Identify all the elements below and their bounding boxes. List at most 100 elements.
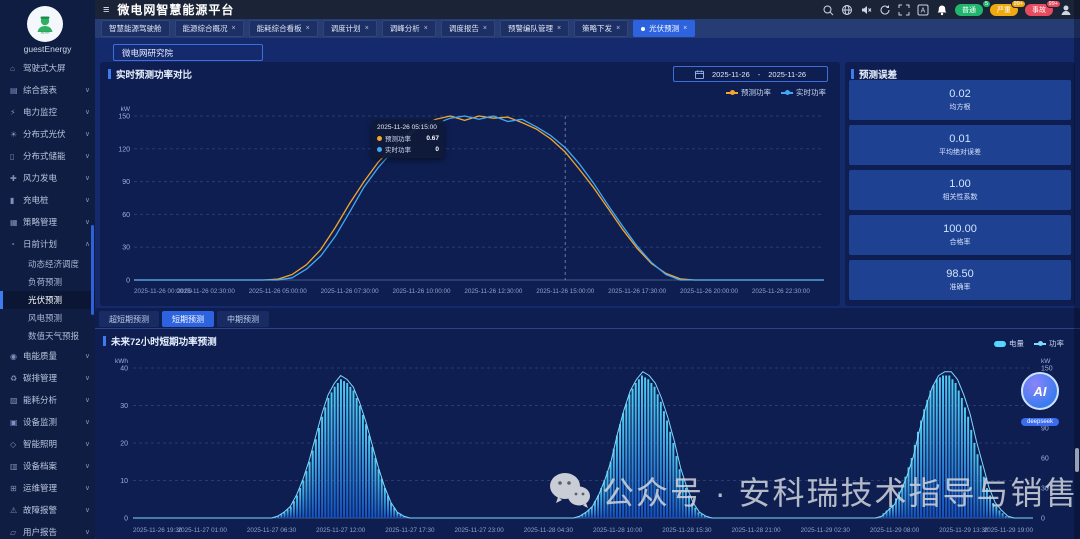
legend-item[interactable]: 实时功率: [781, 87, 826, 98]
forecast-tab-mid[interactable]: 中期预测: [217, 311, 269, 327]
legend-line-swatch: [781, 90, 793, 95]
close-tab-icon[interactable]: ×: [557, 25, 561, 32]
sidebar-item-power-monitor[interactable]: ⚡ 电力监控 ∨: [0, 101, 95, 123]
forecast-72h-panel: 超短期预测 短期预测 中期预测 未来72小时短期功率预测 电量 功率 0 10 20 30 4…: [95, 308, 1080, 539]
sidebar-item-smart-light[interactable]: ◇ 智能照明 ∨: [0, 433, 95, 455]
page-scrollbar-thumb[interactable]: [1075, 448, 1079, 472]
avatar[interactable]: [1060, 4, 1072, 16]
search-icon[interactable]: [822, 4, 834, 16]
realtime-forecast-panel: 实时预测功率对比 2025-11-26 - 2025-11-26 预测功率 实时功…: [100, 62, 840, 306]
date-from[interactable]: 2025-11-26: [712, 70, 750, 79]
hamburger-menu-icon[interactable]: ≡: [103, 4, 109, 16]
nav-tab-pv-forecast[interactable]: 光伏预测 ×: [633, 20, 696, 37]
sidebar-item-distributed-pv[interactable]: ☀ 分布式光伏 ∨: [0, 123, 95, 145]
active-tab-dot: [641, 26, 646, 31]
org-select[interactable]: 微电网研究院: [113, 44, 263, 61]
sidebar-item-strategy[interactable]: ▦ 策略管理 ∨: [0, 211, 95, 233]
bell-icon[interactable]: [936, 4, 948, 16]
tooltip-series-dot: [377, 135, 382, 141]
bar: [609, 461, 612, 518]
nav-tab-label: 调峰分析: [389, 24, 420, 33]
sidebar-subitem-load-forecast[interactable]: 负荷预测: [0, 273, 95, 291]
close-tab-icon[interactable]: ×: [683, 25, 687, 32]
nav-tab-dispatch-report[interactable]: 调度报告 ×: [440, 20, 495, 37]
close-tab-icon[interactable]: ×: [306, 25, 310, 32]
legend-item[interactable]: 电量: [994, 338, 1024, 349]
x-tick-label: 2025-11-26 02:30:00: [177, 288, 236, 295]
sidebar-item-big-screen[interactable]: ⌂ 驾驶式大屏: [0, 57, 95, 79]
refresh-icon[interactable]: [879, 4, 891, 16]
nav-tab-energy-overview[interactable]: 能源综合概况 ×: [174, 20, 244, 37]
sidebar-item-label: 智能照明: [23, 439, 58, 449]
bar: [920, 420, 923, 518]
forecast-tab-short[interactable]: 短期预测: [162, 311, 214, 327]
alarm-chip-severe[interactable]: 严重 99+: [990, 0, 1026, 16]
forecast-72h-chart[interactable]: 0102030400306090120150kWhkW2025-11-26 19…: [97, 352, 1077, 538]
sidebar-item-distributed-storage[interactable]: ▯ 分布式储能 ∨: [0, 145, 95, 167]
nav-tab-dispatch-plan[interactable]: 调度计划 ×: [322, 20, 377, 37]
sidebar-item-power-quality[interactable]: ◉ 电能质量 ∨: [0, 345, 95, 367]
bar: [286, 509, 289, 518]
sidebar-item-device-monitor[interactable]: ▣ 设备监测 ∨: [0, 411, 95, 433]
strategy-icon: ▦: [10, 217, 18, 227]
sidebar-scrollbar-thumb[interactable]: [91, 225, 94, 315]
forecast-tab-ultra-short[interactable]: 超短期预测: [99, 311, 159, 327]
ai-icon[interactable]: AI: [1021, 372, 1059, 410]
close-tab-icon[interactable]: ×: [616, 25, 620, 32]
nav-tab-cockpit[interactable]: 智慧能源驾驶舱: [101, 20, 170, 37]
sidebar-subitem-pv-forecast[interactable]: 光伏预测: [0, 291, 95, 309]
sidebar-item-day-ahead-plan[interactable]: ◔ 日前计划 ∧: [0, 233, 95, 255]
y-tick-label: 60: [122, 212, 130, 219]
bar: [1007, 517, 1010, 518]
bar: [945, 375, 948, 518]
sidebar-subitem-wind-forecast[interactable]: 风电预测: [0, 309, 95, 327]
chevron-down-icon: ∨: [84, 463, 90, 470]
close-tab-icon[interactable]: ×: [424, 25, 428, 32]
ai-assistant-widget[interactable]: AI deepseek: [1018, 372, 1062, 428]
alarm-chip-accident[interactable]: 事故 99+: [1025, 0, 1061, 16]
nav-tab-peak-analysis[interactable]: 调峰分析 ×: [381, 20, 436, 37]
charger-icon: ▮: [10, 195, 15, 205]
sidebar-subitem-weather-forecast[interactable]: 数值天气预报: [0, 327, 95, 345]
chevron-up-icon: ∧: [84, 241, 90, 248]
bar: [691, 503, 694, 518]
bar: [352, 390, 355, 518]
nav-tab-strategy-send[interactable]: 策略下发 ×: [574, 20, 629, 37]
sidebar-item-charger[interactable]: ▮ 充电桩 ∨: [0, 189, 95, 211]
sidebar-item-user-report[interactable]: ▱ 用户报告 ∨: [0, 521, 95, 539]
sidebar-item-carbon[interactable]: ♻ 碳排管理 ∨: [0, 367, 95, 389]
sidebar-subitem-economic-dispatch[interactable]: 动态经济调度: [0, 255, 95, 273]
translate-icon[interactable]: A: [917, 4, 929, 16]
sidebar-item-ops[interactable]: ⊞ 运维管理 ∨: [0, 477, 95, 499]
date-to[interactable]: 2025-11-26: [768, 70, 806, 79]
globe-icon[interactable]: [841, 4, 853, 16]
bar: [656, 394, 659, 518]
close-tab-icon[interactable]: ×: [365, 25, 369, 32]
legend-item[interactable]: 预测功率: [726, 87, 771, 98]
fullscreen-icon[interactable]: [898, 4, 910, 16]
sidebar-item-device-archive[interactable]: ▥ 设备档案 ∨: [0, 455, 95, 477]
sidebar-item-wind-power[interactable]: ✚ 风力发电 ∨: [0, 167, 95, 189]
sidebar-item-fault-alarm[interactable]: ⚠ 故障报警 ∨: [0, 499, 95, 521]
date-range-picker[interactable]: 2025-11-26 - 2025-11-26: [673, 66, 828, 82]
mute-icon[interactable]: [860, 4, 872, 16]
realtime-forecast-chart[interactable]: 0306090120150kW2025-11-26 00:00:002025-1…: [108, 102, 832, 298]
alarm-chip-label: 普通: [962, 6, 976, 14]
bar: [910, 458, 913, 518]
sidebar-item-label: 运维管理: [23, 483, 58, 493]
x-tick-label: 2025-11-28 04:30: [524, 527, 574, 534]
close-tab-icon[interactable]: ×: [232, 25, 236, 32]
sidebar-item-energy-analysis[interactable]: ▨ 能耗分析 ∨: [0, 389, 95, 411]
current-user: guestEnergy: [23, 44, 72, 54]
legend-item[interactable]: 功率: [1034, 338, 1064, 349]
sidebar-item-reports[interactable]: ▤ 综合报表 ∨: [0, 79, 95, 101]
x-tick-label: 2025-11-26 15:00:00: [536, 288, 595, 295]
nav-tab-alarm-config[interactable]: 预警编队管理 ×: [499, 20, 570, 37]
nav-tab-energy-board[interactable]: 能耗综合看板 ×: [248, 20, 318, 37]
page-scrollbar[interactable]: [1074, 0, 1080, 539]
alarm-chip-normal[interactable]: 普通 5: [955, 0, 991, 16]
close-tab-icon[interactable]: ×: [483, 25, 487, 32]
right-y-unit: kW: [1041, 358, 1051, 365]
x-tick-label: 2025-11-27 17:30: [385, 527, 435, 534]
bar: [929, 390, 932, 518]
